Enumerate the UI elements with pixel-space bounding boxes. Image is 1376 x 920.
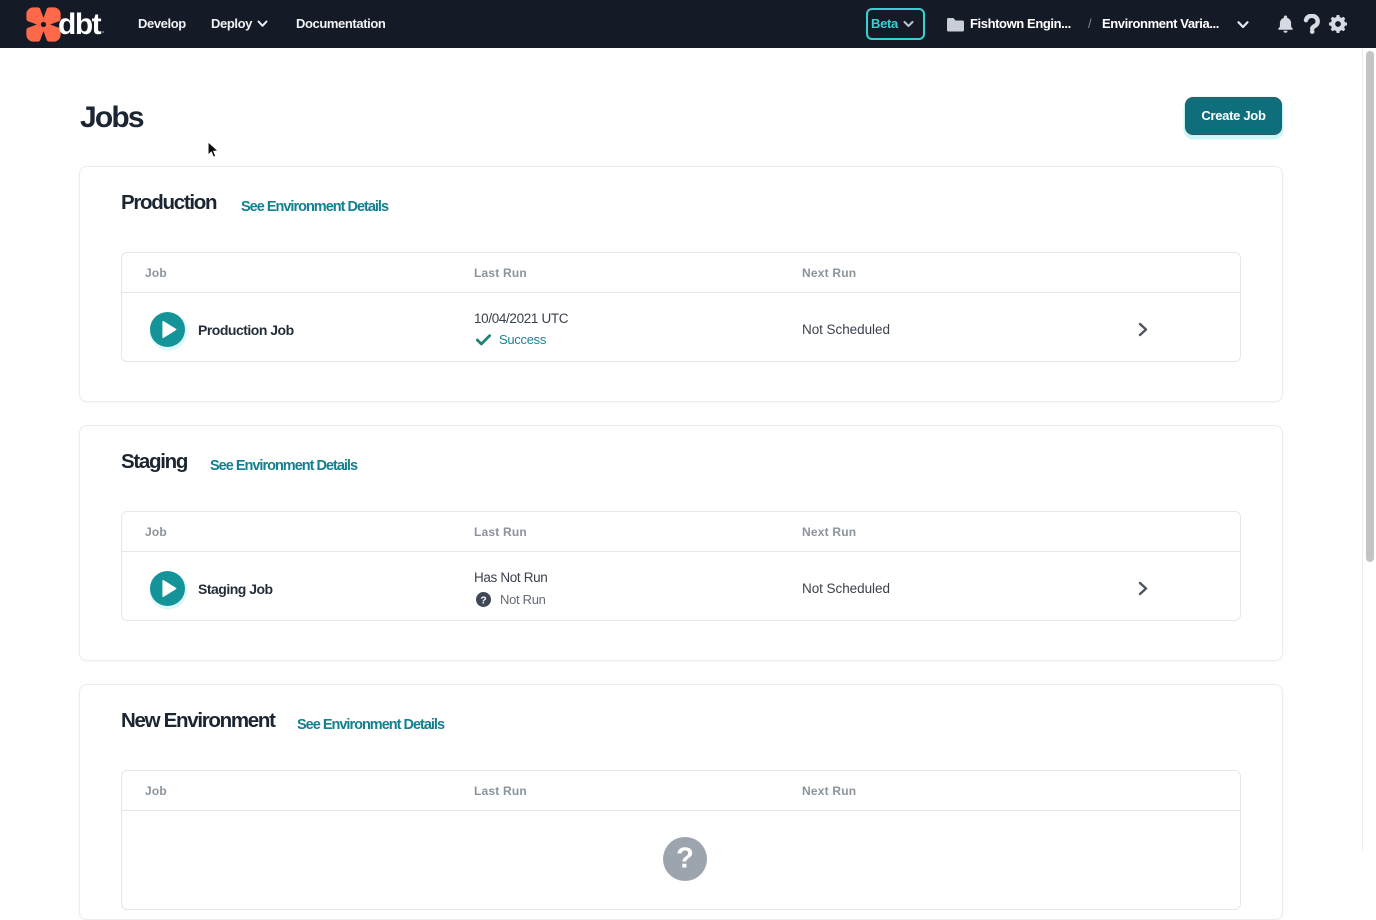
svg-text:?: ? — [676, 843, 694, 875]
svg-text:?: ? — [480, 595, 486, 606]
